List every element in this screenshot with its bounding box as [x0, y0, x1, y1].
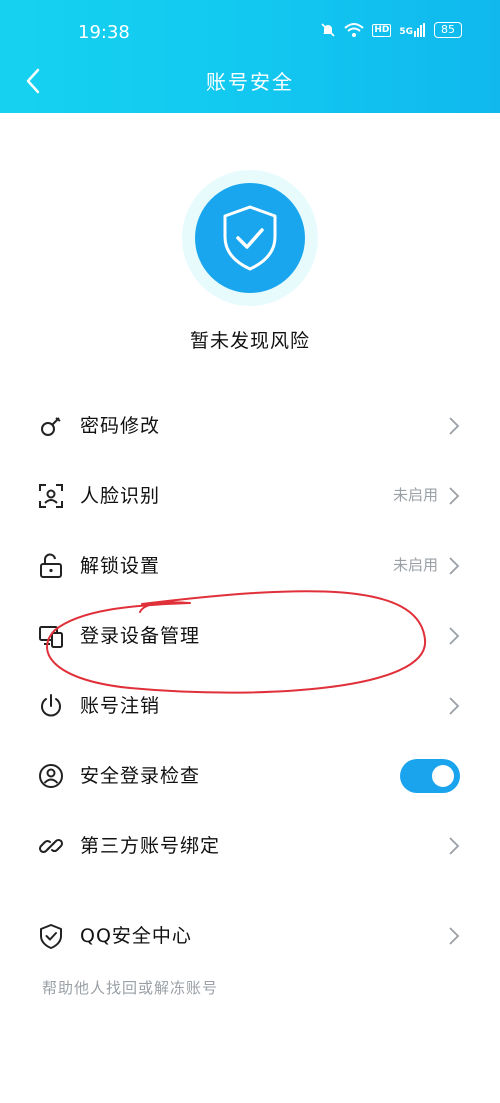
mute-bell-icon — [321, 23, 335, 37]
status-bar: 19:38 HD 5G 85 — [0, 18, 500, 48]
user-circle-icon — [39, 764, 63, 788]
safe-login-toggle[interactable] — [400, 759, 460, 793]
unlock-icon — [40, 553, 62, 578]
toggle-knob — [432, 765, 454, 787]
shield-circle — [195, 183, 305, 293]
menu-item-unlock-settings[interactable]: 解锁设置 未启用 — [0, 530, 500, 600]
menu-item-device-management[interactable]: 登录设备管理 — [0, 600, 500, 670]
chevron-right-icon — [449, 487, 460, 505]
menu-item-face-recognition[interactable]: 人脸识别 未启用 — [0, 460, 500, 530]
menu-item-label: 安全登录检查 — [80, 765, 201, 787]
security-shield-badge — [182, 170, 318, 306]
chevron-right-icon — [449, 927, 460, 945]
menu-item-label: 密码修改 — [80, 415, 161, 437]
face-scan-icon — [39, 484, 63, 508]
devices-icon — [39, 626, 63, 648]
key-icon — [41, 417, 61, 436]
network-type: 5G — [399, 27, 413, 37]
shield-check-icon — [223, 205, 277, 271]
menu-item-value: 未启用 — [392, 556, 438, 574]
security-status-text: 暂未发现风险 — [189, 330, 310, 352]
battery-icon: 85 — [434, 22, 462, 38]
menu-item-label: 账号注销 — [80, 695, 161, 717]
menu-item-account-cancellation[interactable]: 账号注销 — [0, 670, 500, 740]
status-icons: HD 5G 85 — [320, 22, 462, 38]
menu-item-third-party-binding[interactable]: 第三方账号绑定 — [0, 810, 500, 880]
chevron-right-icon — [449, 557, 460, 575]
hd-badge: HD — [372, 23, 392, 37]
signal-icon: 5G — [399, 23, 426, 37]
menu-item-label: 登录设备管理 — [80, 625, 201, 647]
shield-check-icon — [40, 924, 62, 949]
menu-item-label: 解锁设置 — [80, 555, 161, 577]
link-icon — [38, 838, 64, 854]
header-bar: 19:38 HD 5G 85 账号安全 — [0, 0, 500, 113]
chevron-right-icon — [449, 417, 460, 435]
status-time: 19:38 — [78, 22, 130, 43]
chevron-right-icon — [449, 697, 460, 715]
menu-item-label: 第三方账号绑定 — [80, 835, 221, 857]
menu-item-qq-security-center[interactable]: QQ安全中心 — [0, 900, 500, 970]
menu-item-password[interactable]: 密码修改 — [0, 390, 500, 460]
menu-item-label: 人脸识别 — [80, 485, 161, 507]
wifi-icon — [344, 23, 364, 37]
menu-item-safe-login-check: 安全登录检查 — [0, 740, 500, 810]
power-icon — [41, 694, 61, 717]
menu-item-label: QQ安全中心 — [80, 925, 192, 947]
chevron-right-icon — [449, 837, 460, 855]
page-title: 账号安全 — [206, 70, 294, 94]
menu-item-value: 未启用 — [392, 486, 438, 504]
help-recover-link[interactable]: 帮助他人找回或解冻账号 — [42, 977, 218, 998]
chevron-right-icon — [449, 627, 460, 645]
